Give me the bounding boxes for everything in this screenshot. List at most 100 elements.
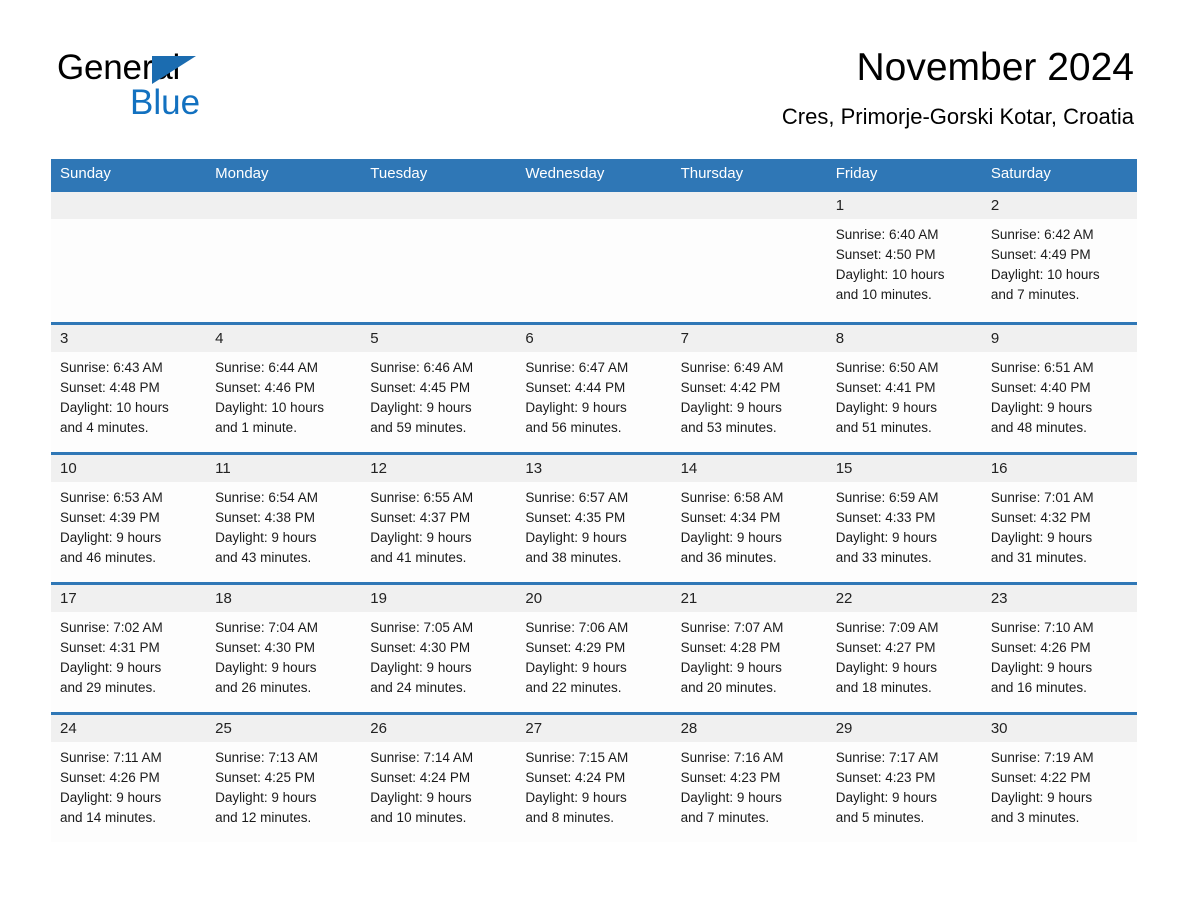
day-cell[interactable]: Sunrise: 6:50 AM Sunset: 4:41 PM Dayligh…: [827, 352, 982, 452]
day-number[interactable]: 1: [827, 192, 982, 219]
day-cell[interactable]: Sunrise: 7:16 AM Sunset: 4:23 PM Dayligh…: [672, 742, 827, 842]
day-cell[interactable]: Sunrise: 6:59 AM Sunset: 4:33 PM Dayligh…: [827, 482, 982, 582]
day-cell[interactable]: Sunrise: 7:15 AM Sunset: 4:24 PM Dayligh…: [516, 742, 671, 842]
day-cell[interactable]: Sunrise: 6:44 AM Sunset: 4:46 PM Dayligh…: [206, 352, 361, 452]
day-cell[interactable]: Sunrise: 7:02 AM Sunset: 4:31 PM Dayligh…: [51, 612, 206, 712]
day-cell[interactable]: Sunrise: 7:13 AM Sunset: 4:25 PM Dayligh…: [206, 742, 361, 842]
day-number[interactable]: 21: [672, 585, 827, 612]
day-cell[interactable]: Sunrise: 7:09 AM Sunset: 4:27 PM Dayligh…: [827, 612, 982, 712]
day-cell[interactable]: [51, 219, 206, 322]
day-cell[interactable]: Sunrise: 6:49 AM Sunset: 4:42 PM Dayligh…: [672, 352, 827, 452]
generalblue-logo[interactable]: General Blue: [57, 48, 297, 126]
day-cell[interactable]: Sunrise: 7:04 AM Sunset: 4:30 PM Dayligh…: [206, 612, 361, 712]
sunrise-text: Sunrise: 7:01 AM: [990, 490, 1094, 505]
week-row: 24 25 26 27 28 29 30 Sunrise: 7:11 AM Su…: [51, 712, 1137, 842]
day-cell[interactable]: Sunrise: 6:51 AM Sunset: 4:40 PM Dayligh…: [982, 352, 1137, 452]
day-number[interactable]: 2: [982, 192, 1137, 219]
day-cell[interactable]: [516, 219, 671, 322]
day-cell[interactable]: Sunrise: 6:54 AM Sunset: 4:38 PM Dayligh…: [206, 482, 361, 582]
day-cell[interactable]: Sunrise: 7:10 AM Sunset: 4:26 PM Dayligh…: [982, 612, 1137, 712]
day-cell[interactable]: Sunrise: 6:42 AM Sunset: 4:49 PM Dayligh…: [982, 219, 1137, 322]
day-number[interactable]: 9: [982, 325, 1137, 352]
sunset-text: Sunset: 4:44 PM: [525, 380, 626, 395]
day-cell[interactable]: Sunrise: 7:06 AM Sunset: 4:29 PM Dayligh…: [516, 612, 671, 712]
day-number[interactable]: 14: [672, 455, 827, 482]
daylight-text-line1: Daylight: 9 hours: [990, 660, 1093, 675]
day-number[interactable]: [672, 192, 827, 219]
day-cell[interactable]: Sunrise: 6:53 AM Sunset: 4:39 PM Dayligh…: [51, 482, 206, 582]
day-cell[interactable]: [206, 219, 361, 322]
week-row: 10 11 12 13 14 15 16 Sunrise: 6:53 AM Su…: [51, 452, 1137, 582]
daylight-text-line1: Daylight: 9 hours: [215, 790, 317, 805]
day-cell[interactable]: Sunrise: 6:47 AM Sunset: 4:44 PM Dayligh…: [516, 352, 671, 452]
day-number[interactable]: 18: [206, 585, 361, 612]
sunset-text: Sunset: 4:41 PM: [835, 380, 936, 395]
sunrise-text: Sunrise: 7:16 AM: [680, 750, 784, 765]
day-number[interactable]: 24: [51, 715, 206, 742]
day-cell[interactable]: Sunrise: 6:43 AM Sunset: 4:48 PM Dayligh…: [51, 352, 206, 452]
daylight-text-line1: Daylight: 9 hours: [525, 660, 627, 675]
sunset-text: Sunset: 4:48 PM: [60, 380, 160, 395]
sunrise-text: Sunrise: 7:13 AM: [215, 750, 318, 765]
day-cell[interactable]: Sunrise: 7:14 AM Sunset: 4:24 PM Dayligh…: [361, 742, 516, 842]
day-number[interactable]: 26: [361, 715, 516, 742]
day-cell[interactable]: [672, 219, 827, 322]
sunrise-text: Sunrise: 6:43 AM: [60, 360, 163, 375]
day-number[interactable]: [206, 192, 361, 219]
daylight-text-line2: and 38 minutes.: [525, 550, 622, 565]
day-number[interactable]: 5: [361, 325, 516, 352]
day-number[interactable]: 12: [361, 455, 516, 482]
day-number[interactable]: 20: [516, 585, 671, 612]
day-cell[interactable]: Sunrise: 7:07 AM Sunset: 4:28 PM Dayligh…: [672, 612, 827, 712]
day-cell[interactable]: Sunrise: 6:46 AM Sunset: 4:45 PM Dayligh…: [361, 352, 516, 452]
day-number[interactable]: 15: [827, 455, 982, 482]
day-number[interactable]: 16: [982, 455, 1137, 482]
day-number[interactable]: 30: [982, 715, 1137, 742]
daylight-text-line1: Daylight: 9 hours: [370, 400, 472, 415]
sunset-text: Sunset: 4:45 PM: [370, 380, 471, 395]
day-number[interactable]: 29: [827, 715, 982, 742]
sunset-text: Sunset: 4:23 PM: [835, 770, 936, 785]
day-number[interactable]: 7: [672, 325, 827, 352]
sunrise-text: Sunrise: 6:55 AM: [370, 490, 474, 505]
day-cell[interactable]: Sunrise: 7:05 AM Sunset: 4:30 PM Dayligh…: [361, 612, 516, 712]
daylight-text-line1: Daylight: 9 hours: [680, 790, 782, 805]
daylight-text-line2: and 33 minutes.: [835, 550, 932, 565]
sunrise-text: Sunrise: 7:19 AM: [990, 750, 1094, 765]
day-number[interactable]: [361, 192, 516, 219]
day-cell[interactable]: Sunrise: 7:19 AM Sunset: 4:22 PM Dayligh…: [982, 742, 1137, 842]
day-number[interactable]: 28: [672, 715, 827, 742]
day-number[interactable]: 6: [516, 325, 671, 352]
day-number[interactable]: 25: [206, 715, 361, 742]
daylight-text-line2: and 56 minutes.: [525, 420, 622, 435]
day-cell[interactable]: Sunrise: 6:57 AM Sunset: 4:35 PM Dayligh…: [516, 482, 671, 582]
day-number[interactable]: 13: [516, 455, 671, 482]
day-number[interactable]: [51, 192, 206, 219]
day-number[interactable]: 10: [51, 455, 206, 482]
day-cell[interactable]: Sunrise: 7:17 AM Sunset: 4:23 PM Dayligh…: [827, 742, 982, 842]
day-cell[interactable]: Sunrise: 6:40 AM Sunset: 4:50 PM Dayligh…: [827, 219, 982, 322]
day-number[interactable]: 27: [516, 715, 671, 742]
day-number[interactable]: 8: [827, 325, 982, 352]
sunrise-text: Sunrise: 6:46 AM: [370, 360, 474, 375]
day-number[interactable]: 23: [982, 585, 1137, 612]
day-number[interactable]: [516, 192, 671, 219]
day-number[interactable]: 3: [51, 325, 206, 352]
daylight-text-line2: and 29 minutes.: [60, 680, 157, 695]
day-number[interactable]: 4: [206, 325, 361, 352]
day-cell[interactable]: Sunrise: 6:55 AM Sunset: 4:37 PM Dayligh…: [361, 482, 516, 582]
daylight-text-line2: and 36 minutes.: [680, 550, 777, 565]
day-cell[interactable]: Sunrise: 7:11 AM Sunset: 4:26 PM Dayligh…: [51, 742, 206, 842]
sunset-text: Sunset: 4:34 PM: [680, 510, 781, 525]
week-cell-band: Sunrise: 6:53 AM Sunset: 4:39 PM Dayligh…: [51, 482, 1137, 582]
day-number[interactable]: 11: [206, 455, 361, 482]
day-number[interactable]: 17: [51, 585, 206, 612]
day-cell[interactable]: Sunrise: 6:58 AM Sunset: 4:34 PM Dayligh…: [672, 482, 827, 582]
day-cell[interactable]: [361, 219, 516, 322]
day-number[interactable]: 22: [827, 585, 982, 612]
daylight-text-line1: Daylight: 9 hours: [370, 660, 472, 675]
day-number[interactable]: 19: [361, 585, 516, 612]
daylight-text-line1: Daylight: 9 hours: [525, 530, 627, 545]
sunset-text: Sunset: 4:23 PM: [680, 770, 781, 785]
day-cell[interactable]: Sunrise: 7:01 AM Sunset: 4:32 PM Dayligh…: [982, 482, 1137, 582]
